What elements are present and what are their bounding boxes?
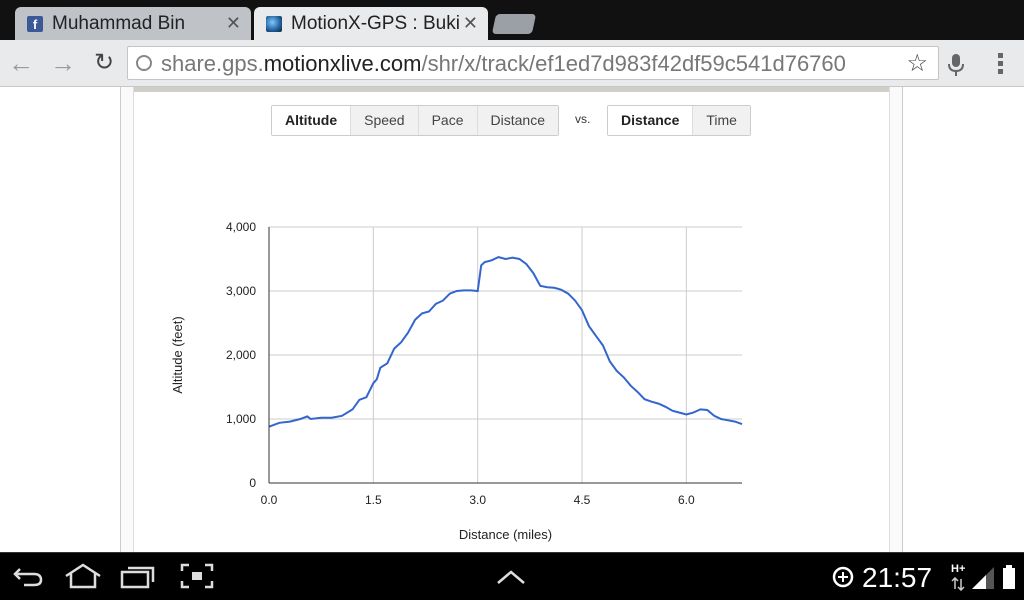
data-activity-icon [951,577,965,591]
recent-apps-icon[interactable] [120,563,156,589]
x-tick-label: 3.0 [469,493,486,507]
y-tick-label: 4,000 [226,220,256,234]
metric-pace-button[interactable]: Pace [417,106,477,135]
clock: 21:57 [862,562,933,593]
network-type: H+ [951,563,966,575]
chevron-up-icon[interactable] [496,569,526,585]
metric-selector: Altitude Speed Pace Distance [271,105,559,136]
y-tick-label: 1,000 [226,412,256,426]
close-icon[interactable]: ✕ [226,13,241,34]
reload-icon[interactable]: ↻ [89,48,119,78]
y-tick-label: 2,000 [226,348,256,362]
motionx-icon [266,16,282,32]
metric-distance-button[interactable]: Distance [476,106,558,135]
address-bar[interactable]: share.gps.motionxlive.com/shr/x/track/ef… [127,46,939,80]
forward-arrow-icon[interactable]: → [48,48,78,78]
map-strip [134,87,889,92]
x-axis-ticks: 0.0 1.5 3.0 4.5 6.0 [261,493,695,507]
home-icon[interactable] [63,563,103,589]
x-tick-label: 6.0 [678,493,695,507]
altitude-chart: 0 1,000 2,000 3,000 4,000 0.0 1.5 3.0 4.5 6.0 Di… [170,220,743,542]
altitude-series-line [268,256,743,428]
back-arrow-icon[interactable]: ← [6,48,36,78]
y-axis-label: Altitude (feet) [170,316,185,393]
close-icon[interactable]: ✕ [463,13,478,34]
tab-strip: f Muhammad Bin ✕ MotionX-GPS : Bukit ✕ [0,0,1024,40]
basis-selector: Distance Time [607,105,751,136]
page-frame-left [120,87,134,552]
tab-title: Muhammad Bin [52,13,186,34]
metric-altitude-button[interactable]: Altitude [272,106,351,135]
new-tab-button[interactable] [491,14,537,34]
x-axis-label: Distance (miles) [459,527,552,542]
facebook-icon: f [27,16,43,32]
screenshot-icon[interactable] [180,563,214,589]
bookmark-star-icon[interactable]: ☆ [906,49,928,78]
chart-grid [268,226,742,484]
page-frame-right [889,87,903,552]
y-tick-label: 3,000 [226,284,256,298]
page-content: Altitude Speed Pace Distance vs. Distanc… [0,87,1024,552]
menu-icon[interactable] [995,53,1005,75]
vs-label: vs. [575,112,591,126]
metric-speed-button[interactable]: Speed [350,106,418,135]
globe-icon [136,55,152,71]
x-tick-label: 1.5 [365,493,382,507]
url-text[interactable]: share.gps.motionxlive.com/shr/x/track/ef… [161,51,901,77]
battery-icon [1003,565,1015,589]
tab-facebook[interactable]: f Muhammad Bin ✕ [15,7,251,40]
x-tick-label: 4.5 [574,493,591,507]
basis-distance-button[interactable]: Distance [608,106,693,135]
signal-icon [972,567,994,589]
gps-status-icon [832,566,854,588]
tab-motionx[interactable]: MotionX-GPS : Bukit ✕ [254,7,488,40]
tab-title: MotionX-GPS : Bukit [291,13,459,34]
back-icon[interactable] [12,563,44,589]
basis-time-button[interactable]: Time [692,106,750,135]
y-axis-ticks: 0 1,000 2,000 3,000 4,000 [226,220,256,490]
microphone-icon[interactable] [945,53,967,77]
system-nav-bar: 21:57 H+ [0,552,1024,600]
y-tick-label: 0 [249,476,256,490]
browser-toolbar: ← → ↻ share.gps.motionxlive.com/shr/x/tr… [0,40,1024,87]
x-tick-label: 0.0 [261,493,278,507]
